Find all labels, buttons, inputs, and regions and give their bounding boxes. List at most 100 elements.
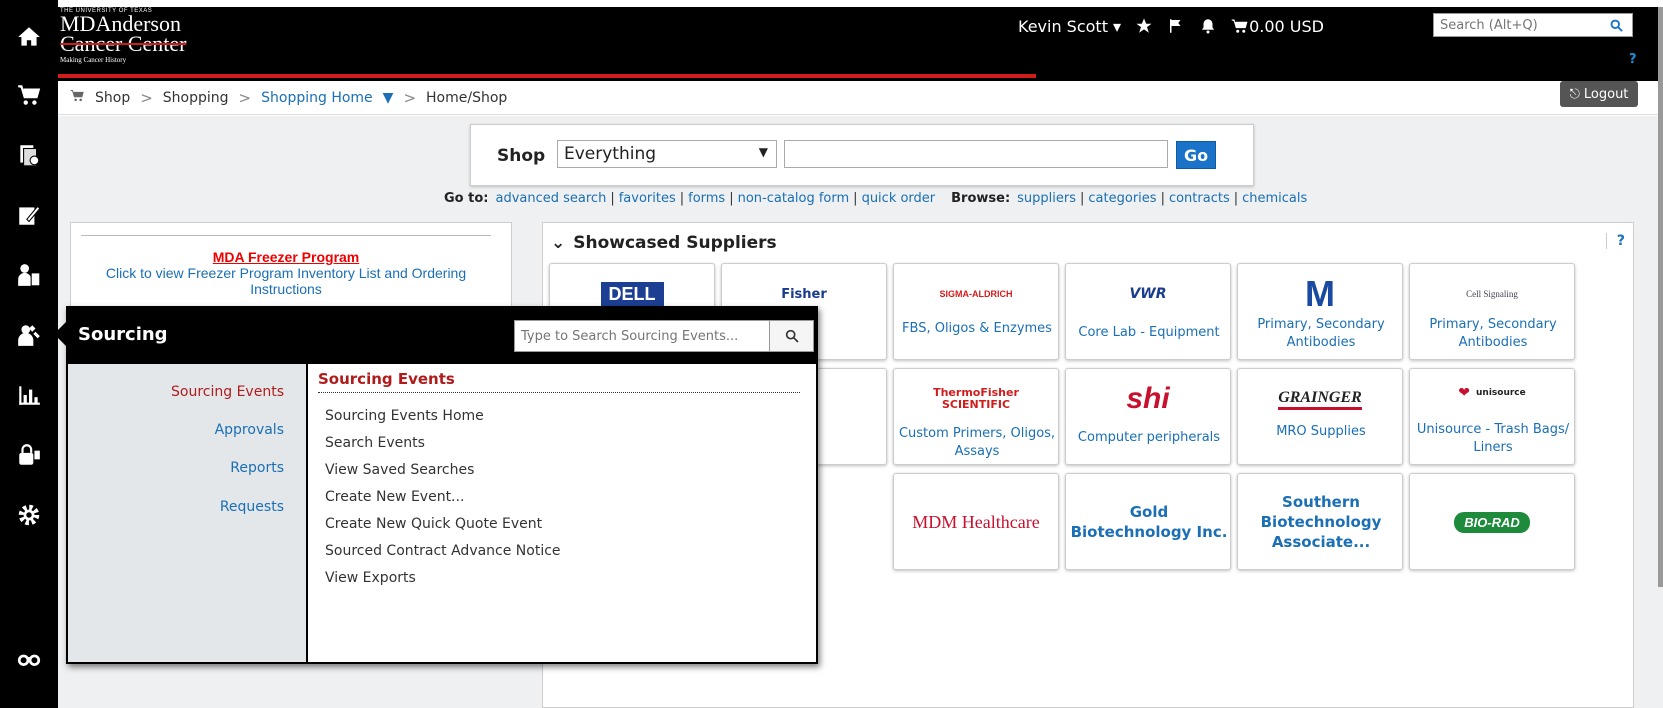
- lock-icon[interactable]: [12, 438, 46, 472]
- freezer-program-link[interactable]: MDA Freezer Program: [71, 249, 501, 265]
- chemicals-link[interactable]: chemicals: [1242, 191, 1307, 206]
- supplier-tile-grainger[interactable]: GRAINGER MRO Supplies: [1237, 368, 1403, 465]
- go-button[interactable]: Go: [1176, 141, 1216, 169]
- contracts-link[interactable]: contracts: [1169, 191, 1230, 206]
- shop-scope-select[interactable]: Everything ▼: [557, 140, 777, 168]
- sourcing-left-menu: Sourcing Events Approvals Reports Reques…: [68, 364, 308, 662]
- logout-icon: ⎋: [1569, 86, 1580, 102]
- non-catalog-form-link[interactable]: non-catalog form: [738, 191, 850, 206]
- supplier-tile-southern-bio[interactable]: Southern Biotechnology Associate...: [1237, 473, 1403, 570]
- shop-search-box: Shop Everything ▼ Go: [470, 124, 1254, 186]
- supplier-tile-cell-signaling[interactable]: Cell Signaling Primary, Secondary Antibo…: [1409, 263, 1575, 360]
- cell-signaling-logo: Cell Signaling: [1466, 289, 1518, 299]
- search-icon[interactable]: [1602, 18, 1630, 33]
- thermofisher-logo: ThermoFisher SCIENTIFIC: [933, 386, 1019, 411]
- breadcrumb-shopping[interactable]: Shopping: [163, 90, 229, 106]
- cart-amount[interactable]: 0.00 USD: [1249, 17, 1324, 36]
- binoculars-icon[interactable]: [12, 640, 46, 674]
- showcase-title[interactable]: ⌄ Showcased Suppliers: [551, 233, 777, 253]
- sourcing-events-heading: Sourcing Events: [318, 370, 455, 388]
- sourcing-right-menu: Sourcing Events Sourcing Events Home Sea…: [310, 364, 816, 662]
- header-red-line: [58, 74, 1036, 78]
- vwr-logo: VWR: [1129, 286, 1167, 302]
- goto-links: Go to: advanced search | favorites | forms…: [444, 191, 1308, 206]
- icon-rail: [0, 0, 58, 708]
- link-sourced-contract-notice[interactable]: Sourced Contract Advance Notice: [325, 543, 561, 559]
- caret-down-icon[interactable]: ▼: [383, 90, 394, 106]
- supplier-tile-thermofisher[interactable]: ThermoFisher SCIENTIFIC Custom Primers, …: [893, 368, 1059, 465]
- link-sourcing-events-home[interactable]: Sourcing Events Home: [325, 408, 484, 424]
- mdm-healthcare-logo: MDM Healthcare: [912, 511, 1040, 532]
- breadcrumb-shop[interactable]: Shop: [95, 90, 130, 106]
- sourcing-search-input[interactable]: [515, 321, 767, 351]
- gear-icon[interactable]: [12, 498, 46, 532]
- user-menu[interactable]: Kevin Scott ▾: [1018, 17, 1121, 36]
- documents-icon[interactable]: [12, 138, 46, 172]
- supplier-tile-shi[interactable]: shi Computer peripherals: [1065, 368, 1231, 465]
- chevron-down-icon[interactable]: ⌄: [551, 233, 565, 253]
- advanced-search-link[interactable]: advanced search: [495, 191, 606, 206]
- menu-requests[interactable]: Requests: [220, 499, 284, 515]
- freezer-program-panel: MDA Freezer Program Click to view Freeze…: [70, 222, 512, 312]
- supplier-tile-millipore[interactable]: M Primary, Secondary Antibodies: [1237, 263, 1403, 360]
- shi-logo: shi: [1126, 382, 1170, 415]
- logout-button[interactable]: ⎋ Logout: [1560, 81, 1638, 107]
- cart-icon: [70, 88, 85, 107]
- freezer-program-desc[interactable]: Click to view Freezer Program Inventory …: [101, 265, 471, 297]
- breadcrumb: Shop > Shopping > Shopping Home ▼ > Home…: [70, 88, 507, 107]
- menu-sourcing-events[interactable]: Sourcing Events: [171, 384, 284, 400]
- shop-search-input[interactable]: [784, 140, 1168, 168]
- supplier-tile-bio-rad[interactable]: BIO-RAD: [1409, 473, 1575, 570]
- supplier-tile-mdm[interactable]: MDM Healthcare: [893, 473, 1059, 570]
- supplier-tile-unisource[interactable]: ❤ unisource Unisource - Trash Bags/ Line…: [1409, 368, 1575, 465]
- home-icon[interactable]: [12, 20, 46, 54]
- chevron-right-icon: >: [238, 88, 252, 107]
- sourcing-flyout: Sourcing Sourcing Events Approvals Repor…: [66, 306, 818, 664]
- showcase-help[interactable]: ?: [1605, 233, 1625, 249]
- global-search-input[interactable]: [1434, 15, 1602, 35]
- edit-icon[interactable]: [12, 198, 46, 232]
- supplier-tile-vwr[interactable]: VWR Core Lab - Equipment: [1065, 263, 1231, 360]
- sourcing-title: Sourcing: [78, 324, 168, 345]
- breadcrumb-shopping-home[interactable]: Shopping Home: [261, 90, 373, 106]
- supplier-tile-sigma[interactable]: SIGMA-ALDRICH FBS, Oligos & Enzymes: [893, 263, 1059, 360]
- forms-link[interactable]: forms: [688, 191, 725, 206]
- suppliers-link[interactable]: suppliers: [1017, 191, 1076, 206]
- flyout-pointer: [54, 322, 66, 346]
- star-icon[interactable]: [1135, 17, 1153, 35]
- user-area: Kevin Scott ▾ 0.00 USD: [1018, 15, 1324, 37]
- link-view-exports[interactable]: View Exports: [325, 570, 416, 586]
- millipore-logo: M: [1305, 273, 1335, 314]
- cart-icon[interactable]: 0.00 USD: [1231, 17, 1324, 36]
- link-view-saved-searches[interactable]: View Saved Searches: [325, 462, 474, 478]
- flag-icon[interactable]: [1167, 17, 1185, 35]
- top-header: THE UNIVERSITY OF TEXAS MDAnderson Cance…: [58, 0, 1663, 81]
- breadcrumb-bar: Shop > Shopping > Shopping Home ▼ > Home…: [58, 81, 1663, 115]
- bio-rad-logo: BIO-RAD: [1410, 502, 1574, 542]
- menu-approvals[interactable]: Approvals: [215, 422, 284, 438]
- sigma-aldrich-logo: SIGMA-ALDRICH: [939, 289, 1013, 299]
- sourcing-search: [514, 320, 814, 352]
- favorites-link[interactable]: favorites: [619, 191, 676, 206]
- breadcrumb-home-shop: Home/Shop: [426, 89, 508, 106]
- header-top-band: [58, 0, 1663, 7]
- unisource-logo: ❤ unisource: [1458, 385, 1526, 401]
- categories-link[interactable]: categories: [1088, 191, 1156, 206]
- search-icon[interactable]: [769, 321, 813, 351]
- link-search-events[interactable]: Search Events: [325, 435, 425, 451]
- sourcing-icon[interactable]: [12, 318, 46, 352]
- help-link[interactable]: ?: [1629, 52, 1637, 67]
- supplier-tile-gold-bio[interactable]: Gold Biotechnology Inc.: [1065, 473, 1231, 570]
- chevron-right-icon: >: [403, 88, 417, 107]
- bell-icon[interactable]: [1199, 17, 1217, 35]
- link-create-quick-quote[interactable]: Create New Quick Quote Event: [325, 516, 542, 532]
- link-create-new-event[interactable]: Create New Event...: [325, 489, 464, 505]
- menu-reports[interactable]: Reports: [230, 460, 284, 476]
- bar-chart-icon[interactable]: [12, 378, 46, 412]
- user-building-icon[interactable]: [12, 258, 46, 292]
- cart-icon[interactable]: [12, 78, 46, 112]
- quick-order-link[interactable]: quick order: [862, 191, 936, 206]
- page-scrollbar[interactable]: [1658, 7, 1663, 587]
- grainger-logo: GRAINGER: [1238, 379, 1402, 419]
- mdanderson-logo[interactable]: THE UNIVERSITY OF TEXAS MDAnderson Cance…: [60, 8, 186, 64]
